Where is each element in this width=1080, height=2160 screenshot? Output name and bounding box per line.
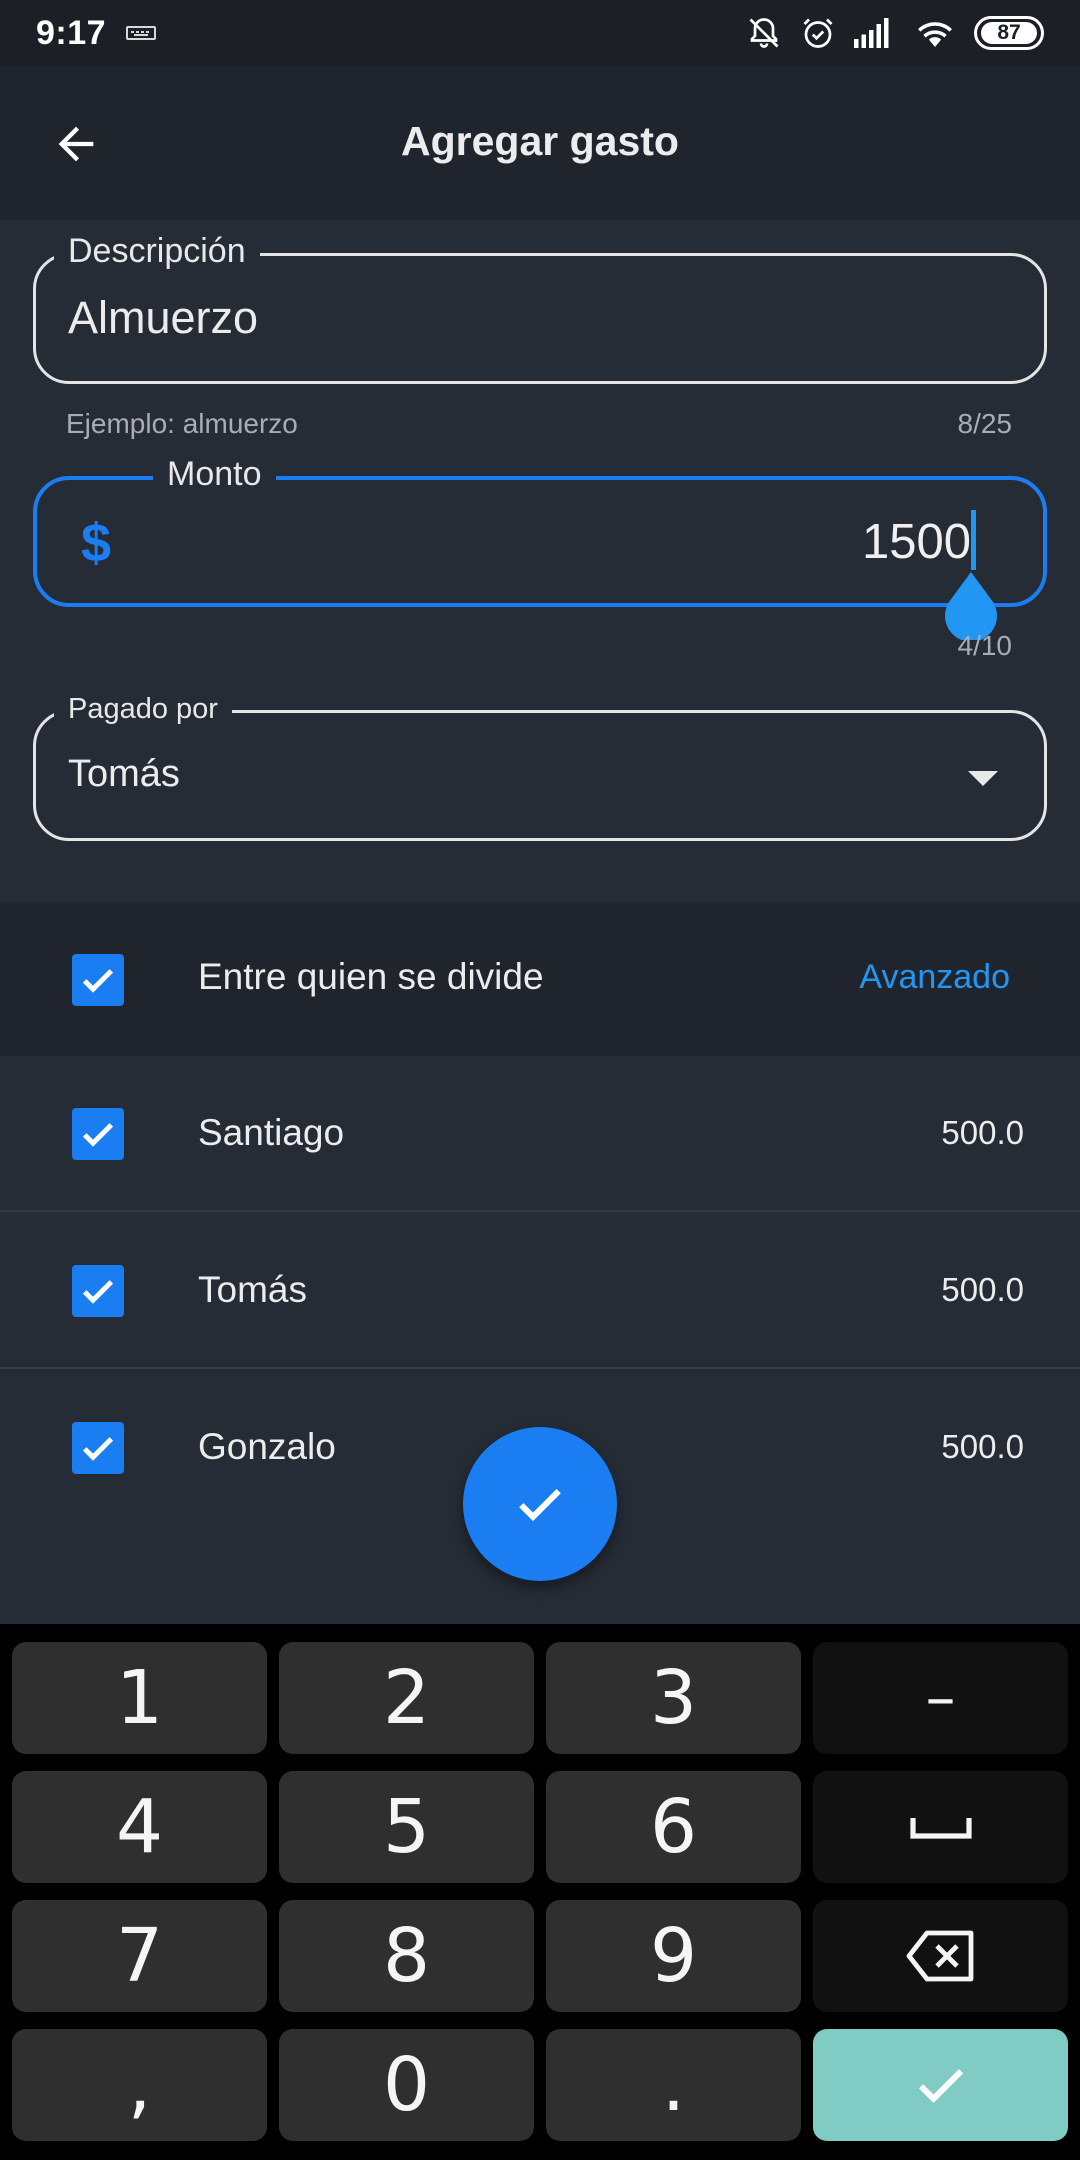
alarm-icon xyxy=(803,18,833,48)
member-amount: 500.0 xyxy=(941,1114,1024,1151)
key-comma[interactable]: , xyxy=(12,2029,267,2141)
paid-by-dropdown[interactable]: Pagado por Tomás xyxy=(33,693,1047,841)
key-6[interactable]: 6 xyxy=(546,1771,801,1883)
amount-counter: 4/10 xyxy=(957,630,1013,661)
check-icon xyxy=(82,1123,114,1147)
description-helper: Ejemplo: almuerzo xyxy=(66,408,298,439)
list-item[interactable]: Tomás 500.0 xyxy=(0,1213,1080,1369)
status-bar: 9:17 87 xyxy=(0,0,1080,66)
advanced-link[interactable]: Avanzado xyxy=(859,958,1010,997)
amount-value[interactable]: 1500 xyxy=(862,514,971,570)
space-bar-icon xyxy=(909,1818,972,1839)
key-2[interactable]: 2 xyxy=(279,1642,534,1754)
description-label: Descripción xyxy=(54,232,260,271)
signal-icon xyxy=(854,18,889,48)
key-1[interactable]: 1 xyxy=(12,1642,267,1754)
page-title: Agregar gasto xyxy=(401,118,679,164)
list-item[interactable]: Santiago 500.0 xyxy=(0,1056,1080,1212)
app-bar: Agregar gasto xyxy=(0,66,1080,220)
key-3[interactable]: 3 xyxy=(546,1642,801,1754)
battery-icon: 87 xyxy=(974,16,1044,50)
key-7[interactable]: 7 xyxy=(12,1900,267,2012)
save-expense-button[interactable] xyxy=(463,1427,617,1581)
check-icon xyxy=(82,1437,114,1461)
key-done[interactable] xyxy=(813,2029,1068,2141)
key-minus[interactable]: – xyxy=(813,1642,1068,1754)
member-name: Tomás xyxy=(198,1269,307,1310)
bell-off-icon xyxy=(749,18,779,48)
dropdown-arrow-icon xyxy=(968,771,998,786)
backspace-icon xyxy=(906,1930,973,1982)
member-checkbox[interactable] xyxy=(72,1422,124,1474)
status-time: 9:17 xyxy=(36,13,107,52)
key-8[interactable]: 8 xyxy=(279,1900,534,2012)
amount-label: Monto xyxy=(153,455,276,494)
member-amount: 500.0 xyxy=(941,1428,1024,1465)
status-icons: 87 xyxy=(746,15,1044,51)
numeric-keyboard: 1 2 3 – 4 5 6 7 8 9 , 0 . xyxy=(0,1624,1080,2160)
keyboard-notification-icon xyxy=(126,26,157,40)
paid-by-label: Pagado por xyxy=(54,693,232,726)
check-icon xyxy=(918,2069,963,2103)
description-counter: 8/25 xyxy=(957,408,1013,439)
member-checkbox[interactable] xyxy=(72,1265,124,1317)
currency-icon: $ xyxy=(81,513,112,573)
key-4[interactable]: 4 xyxy=(12,1771,267,1883)
wifi-icon xyxy=(918,22,952,47)
member-name: Gonzalo xyxy=(198,1426,336,1467)
split-header: Entre quien se divide Avanzado xyxy=(0,902,1080,1056)
key-backspace[interactable] xyxy=(813,1900,1068,2012)
key-5[interactable]: 5 xyxy=(279,1771,534,1883)
member-name: Santiago xyxy=(198,1112,345,1153)
paid-by-value: Tomás xyxy=(68,753,180,795)
split-all-checkbox[interactable] xyxy=(72,954,124,1006)
check-icon xyxy=(82,969,114,993)
description-value[interactable]: Almuerzo xyxy=(68,292,258,344)
member-amount: 500.0 xyxy=(941,1271,1024,1308)
key-0[interactable]: 0 xyxy=(279,2029,534,2141)
key-9[interactable]: 9 xyxy=(546,1900,801,2012)
key-space[interactable] xyxy=(813,1771,1068,1883)
battery-level: 87 xyxy=(981,21,1037,44)
amount-field[interactable]: Monto $ 1500 xyxy=(33,455,1047,607)
description-field[interactable]: Descripción Almuerzo xyxy=(33,232,1047,384)
text-cursor xyxy=(971,510,976,570)
check-icon xyxy=(519,1489,561,1522)
member-checkbox[interactable] xyxy=(72,1108,124,1160)
check-icon xyxy=(82,1280,114,1304)
key-dot[interactable]: . xyxy=(546,2029,801,2141)
split-header-label: Entre quien se divide xyxy=(198,956,544,997)
